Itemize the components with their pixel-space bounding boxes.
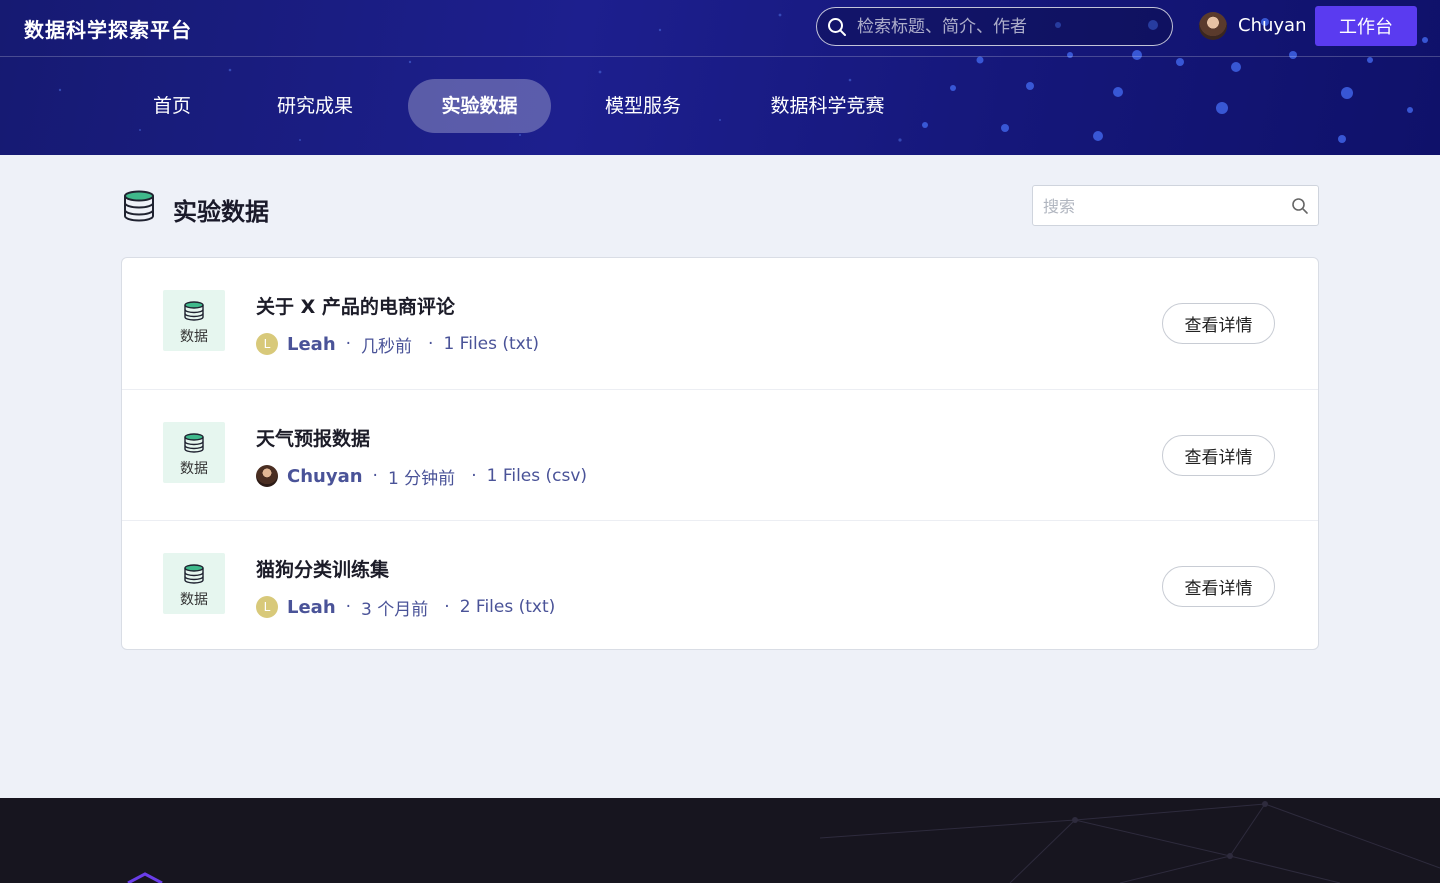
badge-label: 数据 [180,592,208,608]
item-time: 3 个月前 [361,599,429,620]
workbench-button[interactable]: 工作台 [1315,6,1417,46]
search-icon[interactable] [827,17,847,37]
item-title[interactable]: 天气预报数据 [256,424,370,451]
list-item[interactable]: 数据 关于 X 产品的电商评论 L Leah · 几秒前 · 1 Files (… [122,258,1318,389]
data-badge: 数据 [163,422,225,483]
list-item[interactable]: 数据 猫狗分类训练集 L Leah · 3 个月前 · 2 Files (txt… [122,520,1318,651]
database-icon [184,433,204,453]
view-details-button[interactable]: 查看详情 [1162,566,1275,607]
nav-item-experiment-data[interactable]: 实验数据 [408,79,551,133]
author-avatar[interactable] [256,465,278,487]
user-avatar[interactable] [1199,12,1227,40]
page-search-box[interactable] [1032,185,1319,226]
author-name[interactable]: Chuyan [287,466,363,487]
item-title[interactable]: 猫狗分类训练集 [256,555,389,582]
main-nav: 首页 研究成果 实验数据 模型服务 数据科学竞赛 [0,79,1440,133]
item-time: 几秒前 [361,336,413,357]
data-badge: 数据 [163,290,225,351]
top-bar: 数据科学探索平台 Chuyan 工作台 [0,0,1440,57]
nav-item-competition[interactable]: 数据科学竞赛 [745,79,910,133]
item-title[interactable]: 关于 X 产品的电商评论 [256,292,455,319]
page-search-input[interactable] [1043,194,1283,218]
user-name[interactable]: Chuyan [1238,15,1306,36]
page-title: 实验数据 [173,198,269,226]
meta-separator: · [345,597,352,617]
site-footer [0,798,1440,883]
item-meta: L Leah · 几秒前 · 1 Files (txt) [256,332,540,357]
nav-item-research[interactable]: 研究成果 [255,79,375,133]
site-logo-text[interactable]: 数据科学探索平台 [24,14,192,43]
item-files: 2 Files (txt) [459,597,556,617]
meta-separator: · [444,597,450,617]
global-search-input[interactable] [857,14,1157,40]
meta-separator: · [428,334,434,354]
database-icon [184,564,204,584]
meta-separator: · [471,466,477,486]
database-icon [184,301,204,321]
item-time: 1 分钟前 [387,468,456,489]
badge-label: 数据 [180,461,208,477]
view-details-button[interactable]: 查看详情 [1162,303,1275,344]
nav-item-home[interactable]: 首页 [132,79,212,133]
footer-network-pattern [127,801,1440,883]
data-badge: 数据 [163,553,225,614]
item-meta: L Leah · 3 个月前 · 2 Files (txt) [256,595,556,620]
author-avatar[interactable]: L [256,333,278,355]
item-files: 1 Files (csv) [486,466,588,486]
meta-separator: · [345,334,352,354]
item-files: 1 Files (txt) [443,334,540,354]
dataset-list: 数据 关于 X 产品的电商评论 L Leah · 几秒前 · 1 Files (… [121,257,1319,650]
list-item[interactable]: 数据 天气预报数据 Chuyan · 1 分钟前 · 1 Files (csv)… [122,389,1318,520]
search-icon[interactable] [1291,197,1309,215]
meta-separator: · [372,466,378,486]
footer-logo-icon [127,872,163,883]
item-meta: Chuyan · 1 分钟前 · 1 Files (csv) [256,464,588,489]
author-name[interactable]: Leah [287,597,336,618]
author-name[interactable]: Leah [287,334,336,355]
view-details-button[interactable]: 查看详情 [1162,435,1275,476]
database-icon [124,190,154,222]
site-header: 数据科学探索平台 Chuyan 工作台 首页 研究成果 实验数据 模型服务 数据… [0,0,1440,155]
nav-item-model-service[interactable]: 模型服务 [583,79,703,133]
global-search-box[interactable] [816,7,1173,46]
badge-label: 数据 [180,329,208,345]
author-avatar[interactable]: L [256,596,278,618]
